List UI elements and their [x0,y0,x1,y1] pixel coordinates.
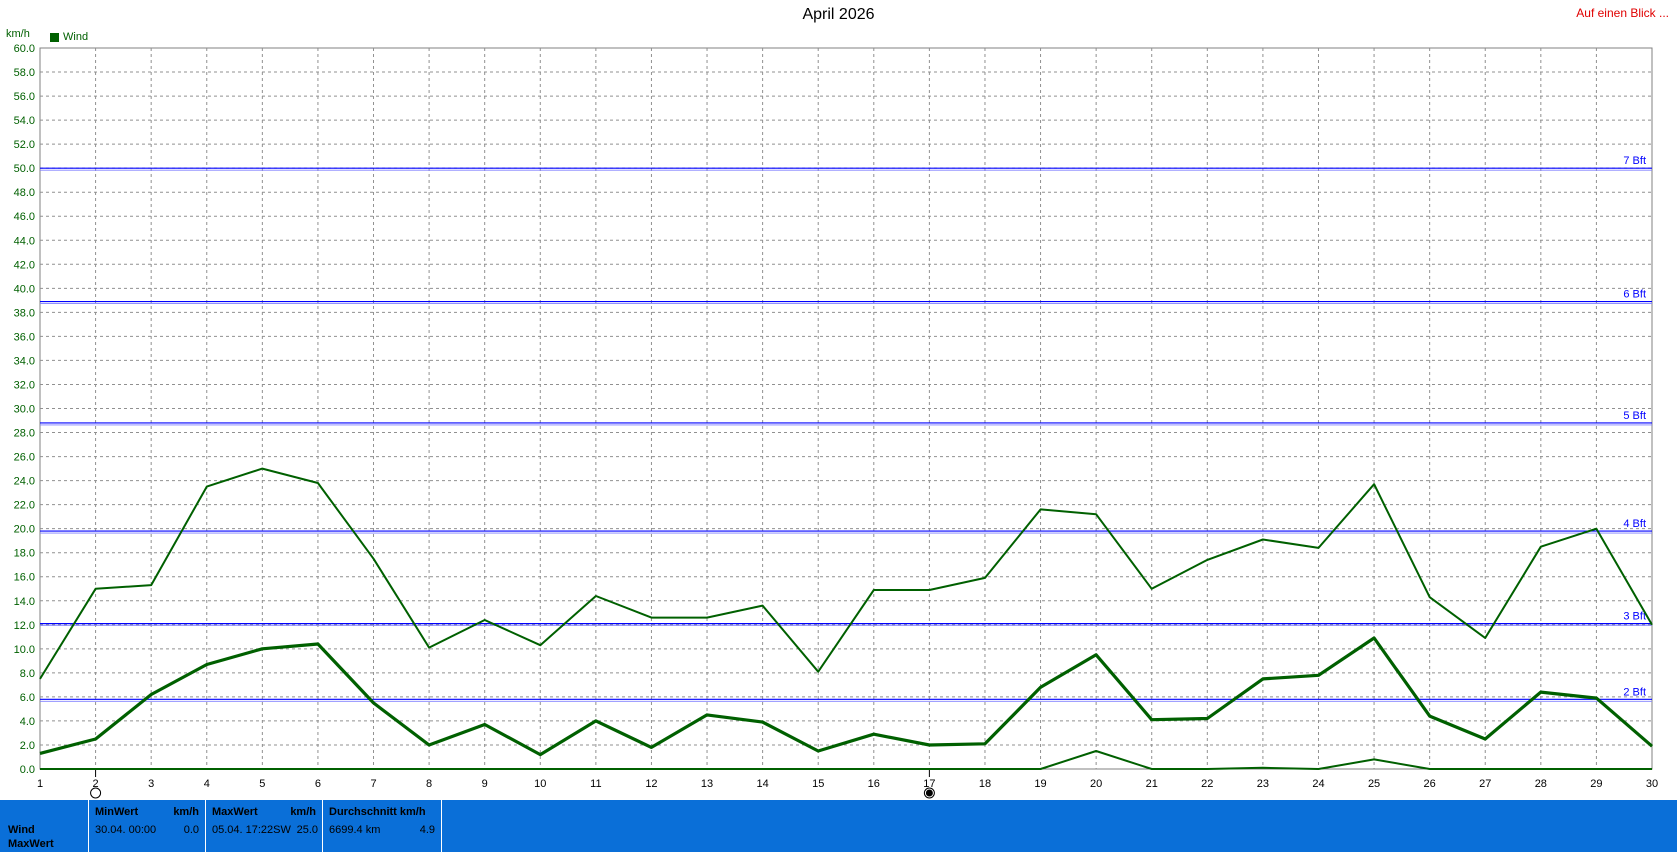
y-axis-unit: km/h [6,28,30,40]
y-tick-label: 26.0 [14,452,35,464]
beaufort-label: 4 Bft [1623,518,1646,530]
x-tick-label: 3 [148,778,154,790]
beaufort-label: 6 Bft [1623,289,1646,301]
y-tick-label: 58.0 [14,67,35,79]
min-unit: km/h [173,806,199,818]
min-header: MinWert [95,806,139,818]
x-tick-label: 4 [204,778,210,790]
x-tick-label: 23 [1257,778,1269,790]
min-value-cell: MinWert km/h 30.04. 00:00 0.0 [88,800,205,852]
y-tick-label: 36.0 [14,331,35,343]
y-tick-label: 30.0 [14,404,35,416]
x-tick-label: 29 [1590,778,1602,790]
y-tick-label: 16.0 [14,572,35,584]
x-tick-label: 12 [645,778,657,790]
min-value: 0.0 [183,824,199,836]
x-tick-label: 20 [1090,778,1102,790]
x-tick-label: 16 [868,778,880,790]
x-tick-label: 10 [534,778,546,790]
x-tick-label: 8 [426,778,432,790]
average-cell: Durchschnitt km/h 6699.4 km 4.9 [322,800,442,852]
y-tick-label: 28.0 [14,428,35,440]
max-header: MaxWert [212,806,258,818]
legend-label: Wind [63,31,89,43]
y-tick-label: 48.0 [14,187,35,199]
max-value: 25.0 [296,824,318,836]
y-tick-label: 8.0 [20,668,35,680]
x-tick-label: 25 [1368,778,1380,790]
max-value-cell: MaxWert km/h 05.04. 17:22SW 25.0 [205,800,322,852]
y-tick-label: 18.0 [14,548,35,560]
legend-swatch [50,32,59,42]
y-tick-label: 34.0 [14,355,35,367]
y-tick-label: 56.0 [14,91,35,103]
y-tick-label: 20.0 [14,524,35,536]
y-tick-label: 50.0 [14,163,35,175]
chart-title: April 2026 [802,6,875,23]
x-tick-label: 30 [1646,778,1658,790]
max-time: 05.04. 17:22SW [212,824,291,836]
y-tick-label: 14.0 [14,596,35,608]
full-moon-icon [90,787,102,799]
new-moon-icon-fill [925,789,933,797]
y-tick-label: 4.0 [20,716,35,728]
x-tick-label: 11 [590,778,601,790]
y-tick-label: 6.0 [20,692,35,704]
x-tick-label: 7 [370,778,376,790]
x-tick-label: 15 [812,778,824,790]
x-tick-label: 22 [1201,778,1213,790]
y-tick-label: 40.0 [14,283,35,295]
y-tick-label: 24.0 [14,476,35,488]
y-tick-label: 54.0 [14,115,35,127]
y-tick-label: 60.0 [14,43,35,55]
min-time: 30.04. 00:00 [95,824,157,836]
beaufort-label: 3 Bft [1623,611,1646,623]
at-a-glance-link[interactable]: Auf einen Blick ... [1576,6,1669,20]
x-tick-label: 1 [37,778,43,790]
y-tick-label: 38.0 [14,307,35,319]
beaufort-label: 5 Bft [1623,410,1646,422]
summary-panel: Wind MaxWert MinWert km/h 30.04. 00:00 0… [0,800,1677,852]
y-tick-label: 0.0 [20,764,35,776]
row-label-maxwert: MaxWert [8,838,54,850]
y-tick-label: 12.0 [14,620,35,632]
avg-distance: 6699.4 km [329,824,381,836]
y-tick-label: 2.0 [20,740,35,752]
x-tick-label: 14 [756,778,768,790]
max-unit: km/h [290,806,316,818]
x-tick-label: 24 [1312,778,1324,790]
y-tick-label: 46.0 [14,211,35,223]
avg-header: Durchschnitt km/h [329,806,426,818]
wind-chart: 0.0 2.0 4.0 6.0 8.0 10.0 12.0 14.0 16.0 18.0 20.0 2… [14,43,1658,799]
y-tick-label: 52.0 [14,139,35,151]
legend: Wind [50,31,88,43]
x-tick-label: 18 [979,778,991,790]
x-tick-label: 27 [1479,778,1491,790]
y-tick-label: 42.0 [14,259,35,271]
y-tick-label: 22.0 [14,500,35,512]
x-tick-label: 5 [259,778,265,790]
y-tick-label: 32.0 [14,379,35,391]
y-tick-label: 44.0 [14,235,35,247]
beaufort-label: 2 Bft [1623,686,1646,698]
beaufort-label: 7 Bft [1623,155,1646,167]
avg-value: 4.9 [419,824,435,836]
x-tick-label: 6 [315,778,321,790]
y-tick-label: 10.0 [14,644,35,656]
x-tick-label: 13 [701,778,713,790]
x-tick-label: 21 [1146,778,1158,790]
x-tick-label: 19 [1034,778,1046,790]
x-tick-label: 26 [1424,778,1436,790]
x-tick-label: 9 [482,778,488,790]
row-label-wind: Wind [8,824,35,836]
x-tick-label: 28 [1535,778,1547,790]
